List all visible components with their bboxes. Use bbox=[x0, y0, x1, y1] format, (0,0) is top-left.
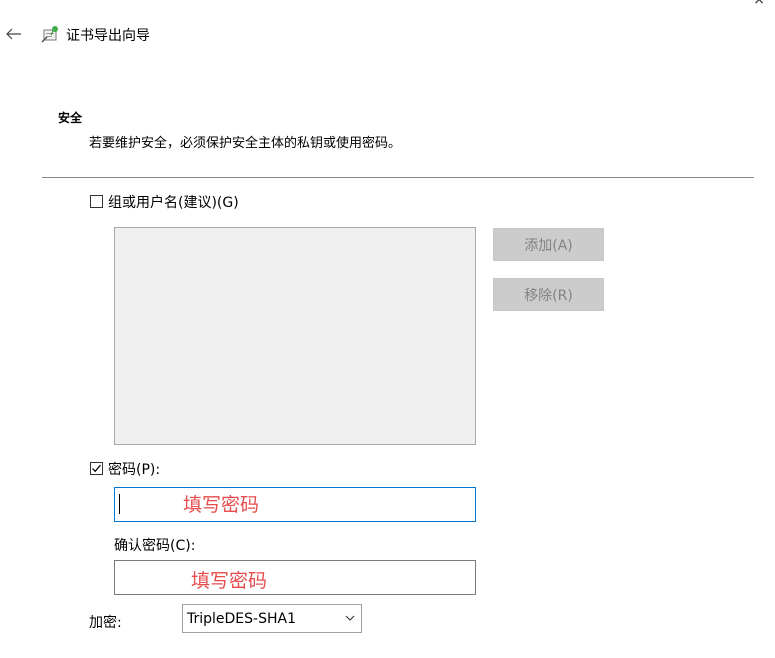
text-caret bbox=[119, 494, 120, 514]
back-arrow-icon[interactable] bbox=[4, 24, 24, 44]
encryption-select[interactable]: TripleDES-SHA1 bbox=[182, 604, 362, 633]
password-checkbox-label[interactable]: 密码(P): bbox=[108, 459, 160, 479]
group-checkbox-label[interactable]: 组或用户名(建议)(G) bbox=[108, 192, 239, 212]
section-title: 安全 bbox=[58, 111, 83, 125]
group-checkbox[interactable] bbox=[90, 195, 103, 208]
group-user-listbox[interactable] bbox=[114, 227, 476, 445]
checkmark-icon bbox=[92, 464, 101, 473]
wizard-title: 证书导出向导 bbox=[66, 28, 150, 44]
chevron-down-icon bbox=[345, 615, 355, 621]
remove-button[interactable]: 移除(R) bbox=[493, 278, 604, 311]
divider bbox=[42, 177, 754, 178]
encryption-selected-value: TripleDES-SHA1 bbox=[187, 610, 296, 627]
section-description: 若要维护安全，必须保护安全主体的私钥或使用密码。 bbox=[89, 136, 402, 151]
close-icon[interactable]: × bbox=[753, 0, 765, 8]
password-checkbox[interactable] bbox=[90, 462, 103, 475]
encryption-label: 加密: bbox=[89, 615, 122, 631]
certificate-wizard-icon bbox=[40, 24, 60, 44]
confirm-password-label: 确认密码(C): bbox=[114, 538, 196, 554]
password-input[interactable] bbox=[114, 487, 476, 522]
add-button[interactable]: 添加(A) bbox=[493, 228, 604, 261]
confirm-password-input[interactable] bbox=[114, 560, 476, 595]
